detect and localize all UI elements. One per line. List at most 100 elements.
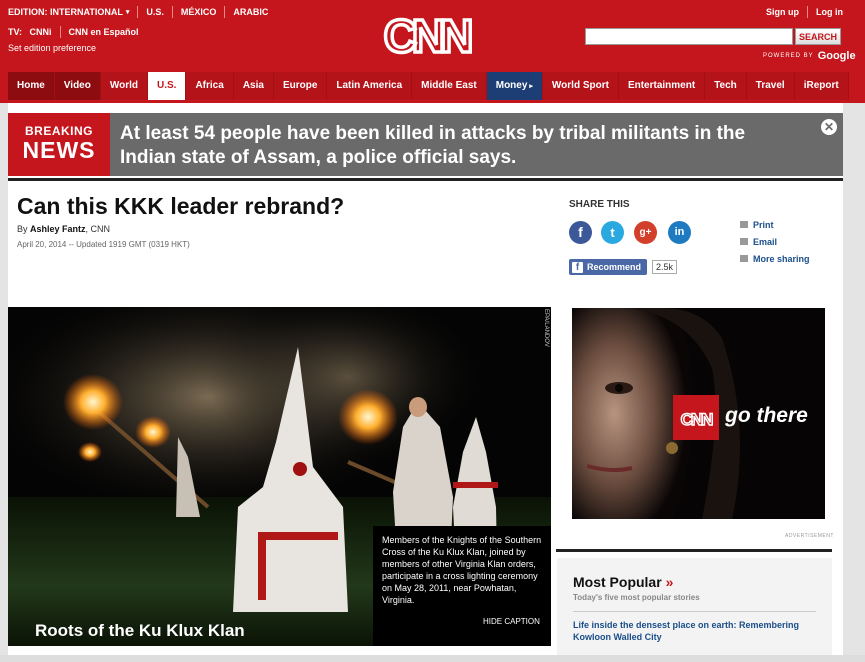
set-edition-preference-link[interactable]: Set edition preference: [8, 43, 96, 53]
divider: [59, 26, 61, 38]
search-input[interactable]: [585, 28, 793, 45]
google-plus-icon[interactable]: g+: [634, 221, 657, 244]
caption-box: Members of the Knights of the Southern C…: [373, 526, 551, 646]
divider: [224, 6, 226, 18]
tv-label: TV:: [8, 27, 23, 37]
print-icon: [740, 221, 748, 228]
facebook-recommend: f Recommend 2.5k: [569, 259, 678, 275]
tv-cnn-espanol-link[interactable]: CNN en Español: [69, 27, 139, 37]
breaking-news-text[interactable]: At least 54 people have been killed in a…: [120, 122, 800, 170]
more-sharing-link[interactable]: More sharing: [740, 250, 810, 267]
log-in-link[interactable]: Log in: [816, 7, 843, 17]
nav-asia[interactable]: Asia: [233, 72, 274, 100]
edition-us-link[interactable]: U.S.: [146, 7, 164, 17]
account-links: Sign up Log in: [766, 6, 843, 18]
ad-cnn-logo-text: CNN: [681, 410, 714, 429]
chevron-right-icon: »: [665, 574, 674, 590]
sign-up-link[interactable]: Sign up: [766, 7, 799, 17]
most-popular-title[interactable]: Most Popular »: [573, 574, 673, 590]
advertisement-label: ADVERTISEMENT: [785, 533, 834, 539]
ad-tagline: go there: [725, 404, 808, 427]
print-link[interactable]: Print: [740, 216, 810, 233]
nav-africa[interactable]: Africa: [186, 72, 234, 100]
edition-international[interactable]: INTERNATIONAL: [50, 7, 123, 17]
news-label: NEWS: [22, 137, 96, 163]
search-button[interactable]: SEARCH: [795, 28, 841, 45]
nav-world[interactable]: World: [100, 72, 148, 100]
most-popular-label: Most Popular: [573, 574, 662, 590]
breaking-news-badge: BREAKING NEWS: [8, 113, 110, 176]
print-label: Print: [753, 219, 774, 230]
nav-money-arrow-icon: ▸: [529, 83, 533, 90]
nav-home[interactable]: Home: [8, 72, 55, 100]
article-date: April 20, 2014 -- Updated 1919 GMT (0319…: [17, 240, 190, 249]
nav-entertainment[interactable]: Entertainment: [618, 72, 706, 100]
close-icon[interactable]: ✕: [821, 119, 837, 135]
byline-by: By: [17, 224, 28, 234]
nav-travel[interactable]: Travel: [746, 72, 795, 100]
email-label: Email: [753, 236, 778, 247]
nav-ireport[interactable]: iReport: [794, 72, 849, 100]
window-bottom-edge: [0, 655, 865, 662]
nav-middle-east[interactable]: Middle East: [412, 72, 487, 100]
photo-caption: Members of the Knights of the Southern C…: [382, 535, 542, 605]
advertisement[interactable]: CNN go there: [572, 308, 825, 519]
recommend-count: 2.5k: [652, 260, 678, 274]
facebook-icon[interactable]: f: [569, 221, 592, 244]
tv-bar: TV: CNNi CNN en Español: [8, 26, 139, 38]
divider: [556, 549, 832, 552]
edition-label: EDITION:: [8, 7, 48, 17]
powered-by-label: POWERED BY: [763, 53, 814, 59]
nav-europe[interactable]: Europe: [273, 72, 328, 100]
nav-us[interactable]: U.S.: [148, 72, 187, 100]
share-title: SHARE THIS: [569, 199, 630, 210]
article-headline: Can this KKK leader rebrand?: [17, 193, 345, 219]
divider: [807, 6, 808, 18]
divider: [573, 611, 816, 612]
tv-cnni-link[interactable]: CNNi: [30, 27, 52, 37]
gallery-title: Roots of the Ku Klux Klan: [35, 621, 245, 640]
share-actions: Print Email More sharing: [740, 216, 810, 267]
google-logo: Google: [817, 50, 856, 62]
nav-tech[interactable]: Tech: [705, 72, 747, 100]
recommend-button[interactable]: f Recommend: [569, 259, 648, 275]
most-popular-item[interactable]: Life inside the densest place on earth: …: [573, 619, 818, 643]
breaking-label: BREAKING: [24, 124, 93, 138]
linkedin-icon[interactable]: in: [668, 221, 691, 244]
cnn-logo-text: CNN: [384, 10, 471, 60]
author-link[interactable]: Ashley Fantz: [30, 224, 86, 234]
recommend-label: Recommend: [587, 262, 642, 272]
nav-latin-america[interactable]: Latin America: [327, 72, 413, 100]
divider: [137, 6, 139, 18]
edition-arabic-link[interactable]: ARABIC: [233, 7, 268, 17]
edition-bar: EDITION: INTERNATIONAL ▾ U.S. MÉXICO ARA…: [8, 6, 268, 18]
nav-world-sport[interactable]: World Sport: [542, 72, 619, 100]
divider: [8, 178, 843, 181]
site-header: EDITION: INTERNATIONAL ▾ U.S. MÉXICO ARA…: [0, 0, 865, 103]
photo-credit: EPA/LANDOV: [543, 309, 549, 347]
divider: [171, 6, 173, 18]
ad-cnn-logo-mark: CNN: [680, 409, 716, 430]
photo-gallery[interactable]: EPA/LANDOV Members of the Knights of the…: [8, 307, 551, 646]
nav-video[interactable]: Video: [54, 72, 101, 100]
ad-cnn-logo: CNN: [673, 395, 719, 440]
email-icon: [740, 238, 748, 245]
hide-caption-button[interactable]: HIDE CAPTION: [483, 617, 540, 626]
edition-mexico-link[interactable]: MÉXICO: [181, 7, 217, 17]
most-popular-panel: Most Popular » Today's five most popular…: [557, 558, 832, 662]
byline-outlet: , CNN: [85, 224, 111, 234]
most-popular-subtitle: Today's five most popular stories: [573, 593, 700, 602]
plus-icon: [740, 255, 748, 262]
powered-by-google: POWERED BY Google: [763, 50, 856, 62]
facebook-small-icon: f: [572, 261, 583, 273]
cnn-logo[interactable]: CNN: [375, 8, 477, 60]
breaking-news-banner[interactable]: BREAKING NEWS At least 54 people have be…: [8, 113, 843, 176]
nav-money[interactable]: Money ▸: [486, 72, 543, 100]
main-nav: Home Video World U.S. Africa Asia Europe…: [8, 72, 849, 100]
twitter-icon[interactable]: t: [601, 221, 624, 244]
more-sharing-label: More sharing: [753, 253, 810, 264]
byline: By Ashley Fantz, CNN: [17, 224, 110, 234]
email-link[interactable]: Email: [740, 233, 810, 250]
edition-dropdown-icon[interactable]: ▾: [126, 8, 130, 16]
nav-money-label: Money: [495, 80, 528, 91]
